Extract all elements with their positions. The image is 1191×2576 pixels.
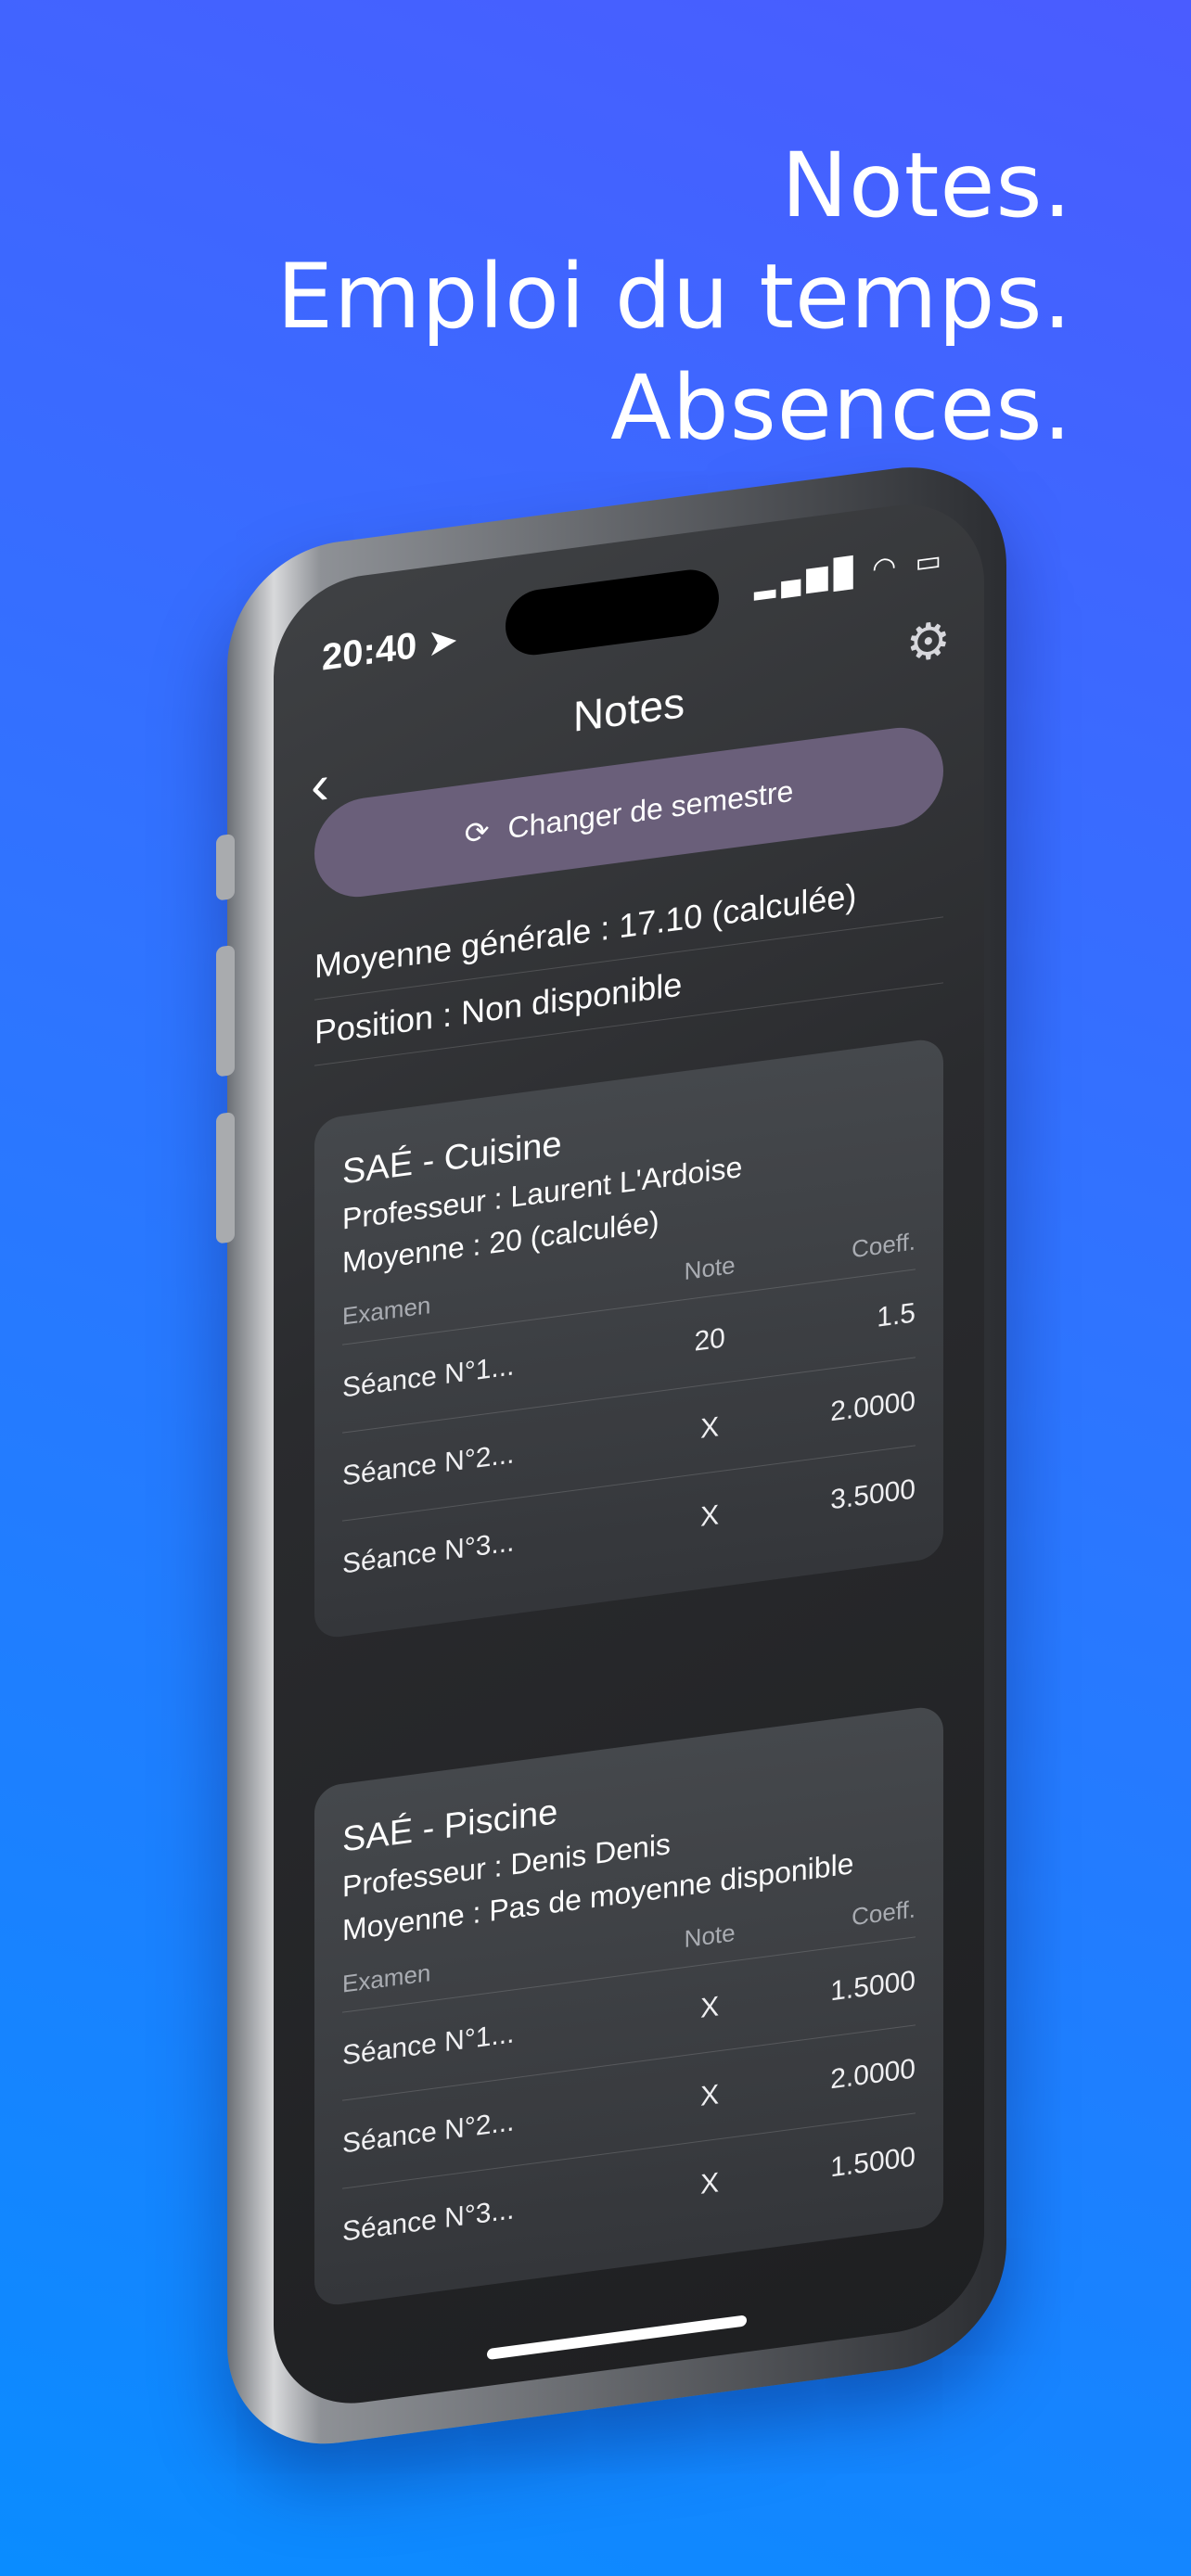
wifi-icon: ◠ xyxy=(872,550,903,585)
signal-icon: ▂▄▆█ xyxy=(754,555,859,601)
course-card: SAÉ - Cuisine Professeur : Laurent L'Ard… xyxy=(314,1037,943,1640)
exam-note: X xyxy=(662,2046,758,2147)
headline-line-2: Emploi du temps. xyxy=(276,245,1072,349)
exam-note: X xyxy=(662,1378,758,1479)
dynamic-island xyxy=(506,566,719,659)
headline-line-3: Absences. xyxy=(610,356,1072,460)
volume-down-button xyxy=(216,1111,235,1244)
exam-note: X xyxy=(662,1466,758,1567)
course-card: SAÉ - Piscine Professeur : Denis Denis M… xyxy=(314,1704,943,2308)
phone-frame: 20:40 ➤ ▂▄▆█ ◠ ▭ ⚙ Notes ‹ ⟳ Changer de … xyxy=(216,453,1006,2458)
refresh-icon: ⟳ xyxy=(464,813,490,851)
home-indicator[interactable] xyxy=(487,2315,747,2361)
phone-screen: 20:40 ➤ ▂▄▆█ ◠ ▭ ⚙ Notes ‹ ⟳ Changer de … xyxy=(274,493,984,2415)
grades-table: Examen Note Coeff. Séance N°1... X 1.500… xyxy=(342,1881,916,2276)
battery-icon: ▭ xyxy=(915,543,947,580)
change-semester-label: Changer de semestre xyxy=(507,773,794,845)
status-icons: ▂▄▆█ ◠ ▭ xyxy=(754,543,947,601)
exam-note: X xyxy=(662,2134,758,2235)
status-time: 20:40 ➤ xyxy=(322,619,458,679)
chevron-left-icon[interactable]: ‹ xyxy=(311,752,329,819)
grades-table: Examen Note Coeff. Séance N°1... 20 1.5 … xyxy=(342,1214,916,1609)
marketing-headline: Notes. Emploi du temps. Absences. xyxy=(276,130,1072,464)
headline-line-1: Notes. xyxy=(781,134,1072,237)
exam-note: 20 xyxy=(662,1290,758,1391)
location-arrow-icon: ➤ xyxy=(427,619,458,665)
volume-up-button xyxy=(216,944,235,1078)
exam-note: X xyxy=(662,1958,758,2059)
mute-switch xyxy=(216,833,235,901)
